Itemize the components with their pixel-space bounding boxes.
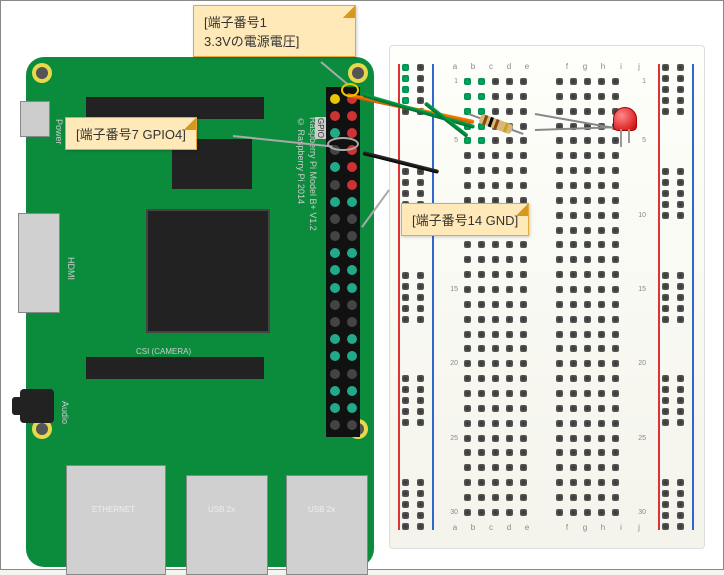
callout-text: [端子番号14 GND] [412, 213, 518, 228]
micro-usb-power [20, 101, 50, 137]
audio-label: Audio [60, 401, 70, 424]
callout-text: [端子番号1 [204, 15, 267, 30]
csi-connector [86, 357, 264, 379]
hdmi-label: HDMI [66, 257, 76, 280]
annotation-circle-pin7 [327, 137, 359, 151]
dsi-connector [86, 97, 264, 119]
usb-port [186, 475, 268, 575]
audio-jack [20, 389, 54, 423]
callout-text: [端子番号7 GPIO4] [76, 127, 186, 142]
csi-label: CSI (CAMERA) [136, 347, 191, 356]
power-rail-left [402, 56, 432, 538]
callout-text: 3.3Vの電源電圧] [204, 34, 299, 49]
usb-label: USB 2x [208, 505, 235, 514]
hdmi-port [18, 213, 60, 313]
mounting-hole [32, 63, 52, 83]
callout-pin14: [端子番号14 GND] [401, 203, 529, 236]
usb-label: USB 2x [308, 505, 335, 514]
soc-chip [146, 209, 270, 333]
callout-pin1: [端子番号1 3.3Vの電源電圧] [193, 5, 356, 57]
ethernet-port [66, 465, 166, 575]
led-red [613, 107, 641, 143]
usb-port [286, 475, 368, 575]
gpio-label: GPIO [315, 117, 326, 139]
ethernet-label: ETHERNET [92, 505, 135, 514]
power-label: Power [54, 119, 64, 145]
callout-pin7: [端子番号7 GPIO4] [65, 117, 197, 150]
mounting-hole [348, 63, 368, 83]
breadboard: abcdefghij 115510101515202025253030 abcd… [389, 45, 705, 549]
annotation-circle-pin1 [341, 83, 359, 97]
power-rail-right [662, 56, 692, 538]
circuit-diagram: HDMI Power Audio DSI (DISPLAY) CSI (CAME… [0, 0, 724, 570]
copyright-label: © Raspberry Pi 2014 [296, 117, 306, 204]
